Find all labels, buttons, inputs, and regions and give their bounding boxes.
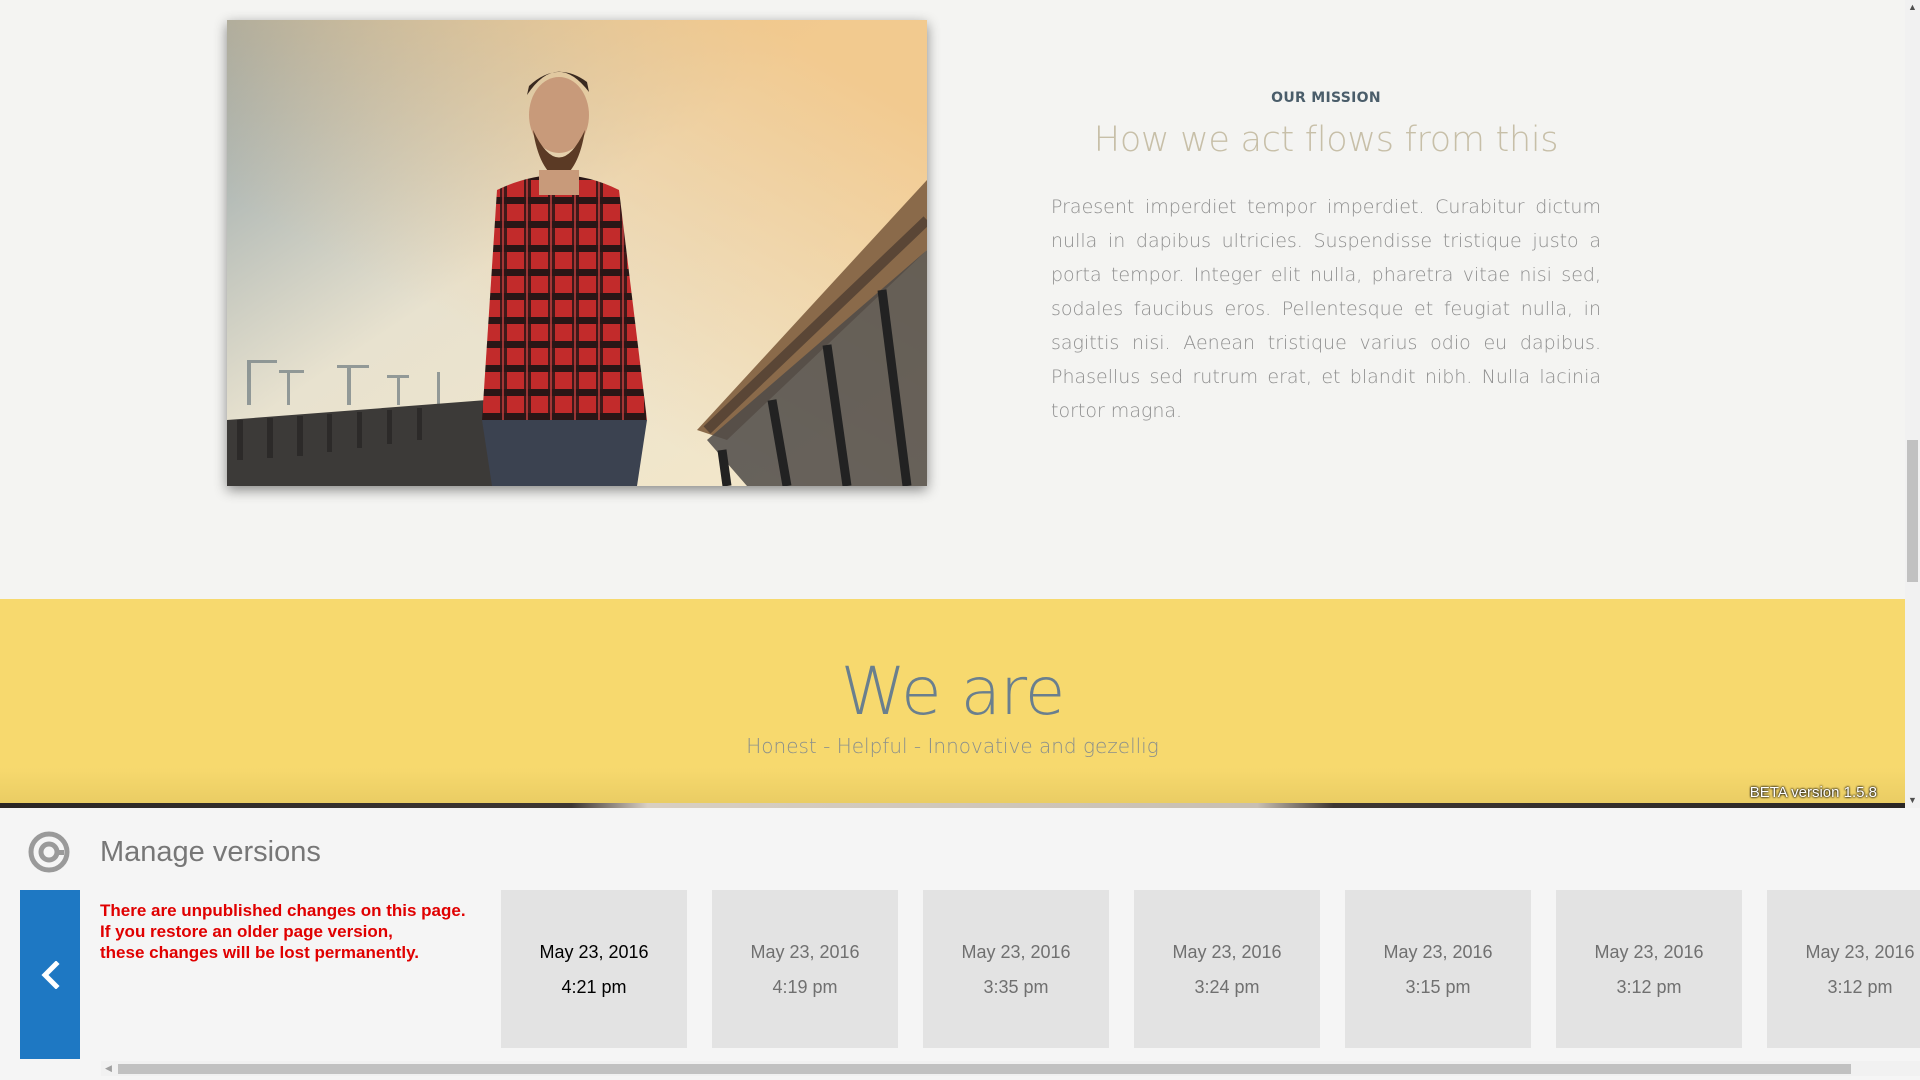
version-time: 3:24 pm bbox=[1194, 977, 1260, 997]
version-card[interactable]: May 23, 2016 3:35 pm bbox=[923, 890, 1109, 1048]
version-time: 3:15 pm bbox=[1405, 977, 1471, 997]
versions-header: Manage versions bbox=[28, 830, 321, 874]
mission-heading: How we act flows from this bbox=[1093, 120, 1559, 160]
chevron-left-icon bbox=[41, 960, 60, 989]
version-date: May 23, 2016 bbox=[961, 942, 1071, 962]
version-date: May 23, 2016 bbox=[1594, 942, 1704, 962]
page-preview: OUR MISSION How we act flows from this P… bbox=[0, 0, 1905, 808]
version-time: 3:12 pm bbox=[1827, 977, 1893, 997]
versions-scrollbar[interactable]: ◀ bbox=[101, 1061, 1920, 1076]
page-scrollbar[interactable]: ▲ ▼ bbox=[1905, 0, 1920, 808]
versions-title: Manage versions bbox=[100, 835, 321, 868]
version-date: May 23, 2016 bbox=[1172, 942, 1282, 962]
mission-section: OUR MISSION How we act flows from this P… bbox=[1051, 90, 1601, 428]
man-on-pier-image bbox=[227, 20, 927, 486]
version-date: May 23, 2016 bbox=[539, 942, 649, 962]
version-card[interactable]: May 23, 2016 3:24 pm bbox=[1134, 890, 1320, 1048]
version-date: May 23, 2016 bbox=[750, 942, 860, 962]
page-scroll-thumb[interactable] bbox=[1907, 440, 1918, 582]
scroll-left-arrow-icon[interactable]: ◀ bbox=[101, 1061, 116, 1076]
version-time: 3:35 pm bbox=[983, 977, 1049, 997]
versions-scroll-thumb[interactable] bbox=[118, 1064, 1851, 1074]
back-button[interactable] bbox=[20, 890, 80, 1059]
scroll-down-arrow-icon[interactable]: ▼ bbox=[1905, 793, 1920, 808]
version-date: May 23, 2016 bbox=[1383, 942, 1493, 962]
versions-logo-icon bbox=[28, 831, 70, 873]
scroll-up-arrow-icon[interactable]: ▲ bbox=[1905, 0, 1920, 15]
mission-body: Praesent imperdiet tempor imperdiet. Cur… bbox=[1051, 196, 1601, 422]
warning-line: these changes will be lost permanently. bbox=[100, 943, 419, 962]
we-are-band: We are Honest - Helpful - Innovative and… bbox=[0, 599, 1905, 805]
warning-line: There are unpublished changes on this pa… bbox=[100, 901, 466, 920]
mission-photo bbox=[227, 20, 927, 486]
version-card[interactable]: May 23, 2016 3:12 pm bbox=[1556, 890, 1742, 1048]
version-date: May 23, 2016 bbox=[1805, 942, 1915, 962]
version-list: May 23, 2016 4:21 pm May 23, 2016 4:19 p… bbox=[501, 890, 1920, 1050]
version-card[interactable]: May 23, 2016 3:12 pm bbox=[1767, 890, 1920, 1048]
version-card[interactable]: May 23, 2016 3:15 pm bbox=[1345, 890, 1531, 1048]
we-are-title: We are bbox=[840, 653, 1066, 730]
manage-versions-panel: Manage versions There are unpublished ch… bbox=[0, 808, 1920, 1080]
version-time: 3:12 pm bbox=[1616, 977, 1682, 997]
version-time: 4:19 pm bbox=[772, 977, 838, 997]
we-are-subtitle: Honest - Helpful - Innovative and gezell… bbox=[746, 734, 1159, 758]
version-card[interactable]: May 23, 2016 4:21 pm bbox=[501, 890, 687, 1048]
mission-eyebrow: OUR MISSION bbox=[1271, 90, 1381, 106]
version-time: 4:21 pm bbox=[561, 977, 627, 997]
warning-line: If you restore an older page version, bbox=[100, 922, 393, 941]
version-card[interactable]: May 23, 2016 4:19 pm bbox=[712, 890, 898, 1048]
unpublished-warning: There are unpublished changes on this pa… bbox=[100, 900, 490, 963]
beta-version-label: BETA version 1.5.8 bbox=[1749, 784, 1877, 801]
